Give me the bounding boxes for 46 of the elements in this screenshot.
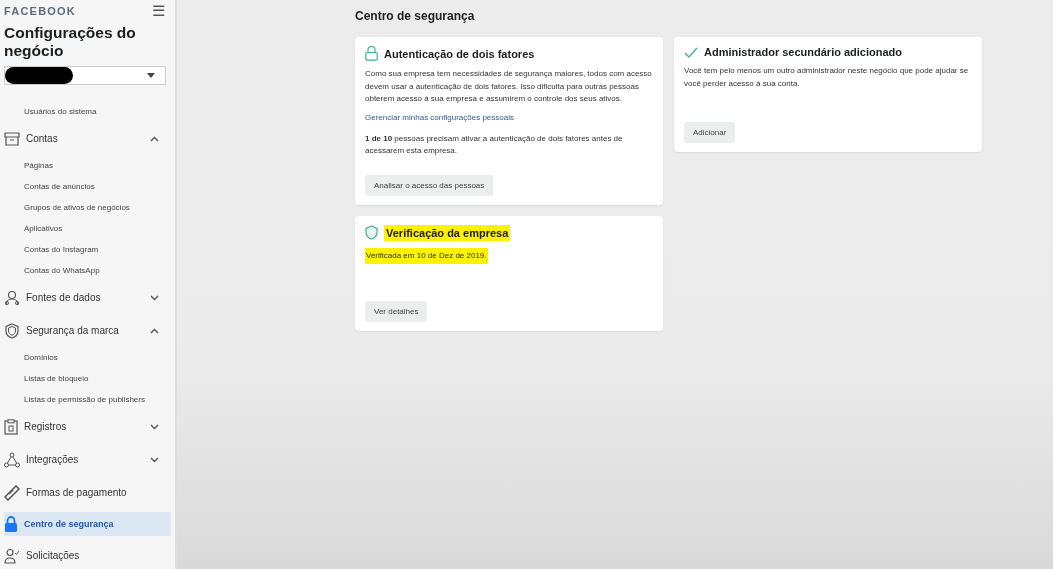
- action-button[interactable]: Ver detalhes: [365, 300, 428, 322]
- menu-button[interactable]: ☰: [152, 3, 171, 18]
- settings-link[interactable]: Gerenciar minhas configurações pessoais: [365, 112, 653, 122]
- nav-item[interactable]: Formas de pagamento: [4, 476, 171, 509]
- card-text: Como sua empresa tem necessidades de segurança maiores, todos com acesso devem usar a autenticação de dois fatores. Isso dificulta para outras pessoas obterem acesso à sua empresa e assumirem o controle dos seus ativos.: [365, 68, 653, 105]
- card-text: Verificada em 10 de Dez de 2019.: [365, 247, 488, 264]
- brand-logo-text: FACEBOOK: [4, 4, 76, 17]
- nav-item[interactable]: Registros: [4, 410, 171, 443]
- checkmark-icon: [684, 46, 698, 58]
- nav-item[interactable]: Fontes de dados: [4, 281, 171, 314]
- nav-item[interactable]: Solicitações: [4, 539, 171, 569]
- nav-subitem[interactable]: Domínios: [4, 347, 171, 368]
- person-check-icon: [4, 547, 20, 564]
- nav-subitem[interactable]: Grupos de ativos de negócios: [4, 197, 171, 218]
- nav-subitem[interactable]: Contas de anúncios: [4, 176, 171, 197]
- action-button[interactable]: Adicionar: [684, 122, 736, 143]
- nav-subitem[interactable]: Contas do WhatsApp: [4, 260, 171, 281]
- card-title: Autenticação de dois fatores: [384, 47, 535, 60]
- padlock-icon: [365, 46, 378, 61]
- card-text: Você tem pelo menos um outro administrador neste negócio que pode ajudar se você perder acesso à sua conta.: [684, 65, 970, 90]
- clipboard-icon: [4, 418, 18, 435]
- shield-icon: [4, 322, 20, 339]
- nav-item[interactable]: Integrações: [4, 443, 171, 476]
- page-title: Centro de segurança: [355, 9, 476, 23]
- archive-box-icon: [4, 131, 20, 146]
- shield-icon: [365, 225, 378, 240]
- lock-icon: [4, 516, 18, 532]
- nav-subitem[interactable]: Aplicativos: [4, 218, 171, 239]
- people-icon: [4, 289, 20, 306]
- card-text: 1 de 10 pessoas precisam ativar a autenticação de dois fatores antes de acessarem esta empresa.: [365, 132, 624, 157]
- nav-item[interactable]: Contas: [4, 122, 171, 155]
- sidebar-title: Configurações do negócio: [4, 24, 137, 60]
- nav-item[interactable]: Segurança da marca: [4, 314, 171, 347]
- card-title: Administrador secundário adicionado: [704, 46, 903, 58]
- nav-subitem[interactable]: Contas do Instagram: [4, 239, 171, 260]
- payment-card-icon: [4, 484, 20, 501]
- action-button[interactable]: Analisar o acesso das pessoas: [365, 174, 494, 196]
- caret-icon: [147, 73, 155, 78]
- nav-item[interactable]: Centro de segurança: [4, 512, 171, 536]
- nav-subitem[interactable]: Usuários do sistema: [4, 101, 171, 122]
- network-nodes-icon: [4, 451, 20, 468]
- business-selector[interactable]: [4, 66, 166, 85]
- nav-subitem[interactable]: Listas de permissão de publishers: [4, 389, 171, 410]
- nav-subitem[interactable]: Listas de bloqueio: [4, 368, 171, 389]
- nav-subitem[interactable]: Páginas: [4, 155, 171, 176]
- card-title: Verificação da empresa: [384, 224, 511, 241]
